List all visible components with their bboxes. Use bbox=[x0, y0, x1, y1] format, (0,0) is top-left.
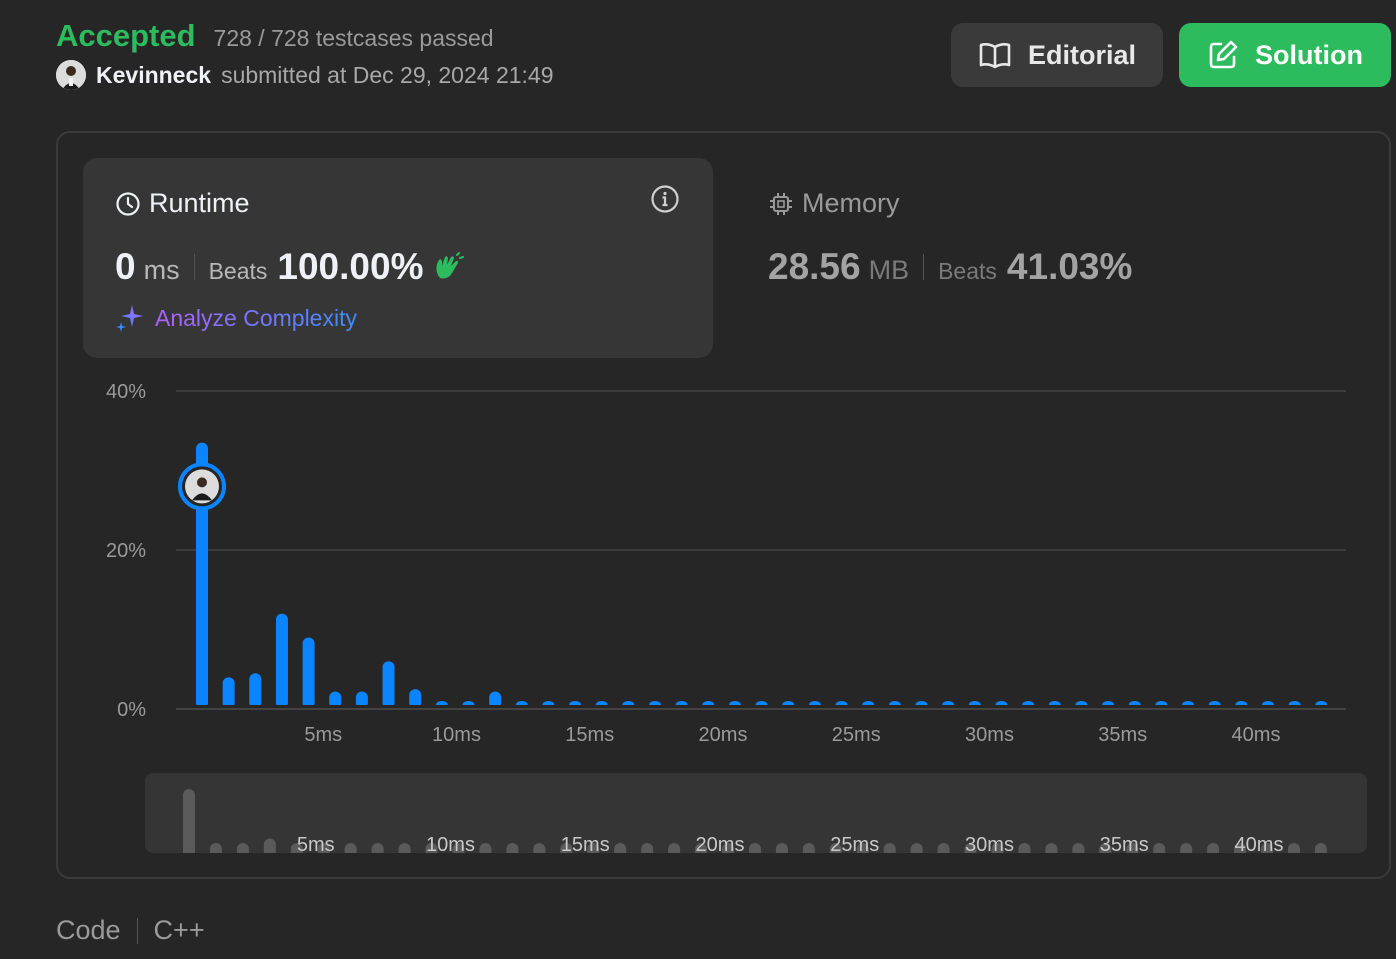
status-accepted: Accepted bbox=[56, 18, 196, 53]
username[interactable]: Kevinneck bbox=[96, 62, 211, 89]
result-panel: Runtime 0 ms Beats 100.00% Analyze Compl… bbox=[56, 131, 1391, 879]
x-tick-label: 40ms bbox=[1232, 724, 1281, 746]
code-label: Code bbox=[56, 915, 121, 945]
overview-tick-label: 15ms bbox=[561, 834, 610, 856]
x-tick-label: 30ms bbox=[965, 724, 1014, 746]
memory-metric: 28.56 MB Beats 41.03% bbox=[768, 246, 1132, 288]
submitter-row: Kevinneck submitted at Dec 29, 2024 21:4… bbox=[56, 60, 554, 90]
info-icon bbox=[651, 185, 679, 213]
x-tick-label: 35ms bbox=[1098, 724, 1147, 746]
testcases-passed: 728 / 728 testcases passed bbox=[213, 25, 494, 51]
runtime-distribution-chart: 40% 20% 0% 5ms 10ms 15ms 20ms 25ms 30ms 35ms 40ms 5… bbox=[106, 381, 1367, 861]
bar bbox=[382, 661, 395, 709]
x-tick-label: 10ms bbox=[432, 724, 481, 746]
runtime-beats-label: Beats bbox=[208, 258, 268, 284]
your-avatar-head bbox=[197, 477, 207, 488]
runtime-beats-pct: 100.00% bbox=[277, 246, 424, 287]
overview-tick-label: 25ms bbox=[830, 834, 879, 856]
runtime-unit: ms bbox=[143, 255, 180, 285]
book-icon bbox=[979, 43, 1011, 69]
analyze-complexity-label: Analyze Complexity bbox=[155, 304, 357, 331]
overview-tick-label: 35ms bbox=[1100, 834, 1149, 856]
x-tick-label: 25ms bbox=[832, 724, 881, 746]
y-tick-label: 20% bbox=[106, 540, 146, 562]
code-language: C++ bbox=[153, 915, 205, 945]
clock-icon bbox=[116, 191, 140, 216]
solution-button[interactable]: Solution bbox=[1179, 23, 1391, 87]
avatar[interactable] bbox=[56, 60, 86, 90]
overview-tick-label: 5ms bbox=[297, 834, 335, 856]
edit-icon bbox=[1209, 40, 1238, 69]
info-button[interactable] bbox=[650, 184, 680, 219]
memory-beats-pct: 41.03% bbox=[1006, 246, 1133, 287]
memory-tab[interactable]: Memory bbox=[768, 188, 900, 219]
divider bbox=[193, 254, 195, 280]
x-tick-label: 15ms bbox=[565, 724, 614, 746]
runtime-card[interactable]: Runtime 0 ms Beats 100.00% Analyze Compl… bbox=[83, 158, 713, 358]
code-header: Code C++ bbox=[56, 915, 205, 946]
x-tick-label: 20ms bbox=[699, 724, 748, 746]
bar bbox=[222, 677, 235, 709]
editorial-label: Editorial bbox=[1027, 39, 1136, 70]
overview-tick-label: 30ms bbox=[965, 834, 1014, 856]
divider bbox=[136, 917, 138, 944]
bar bbox=[249, 673, 262, 709]
editorial-button[interactable]: Editorial bbox=[951, 23, 1163, 87]
memory-value: 28.56 bbox=[768, 246, 861, 287]
overview-tick-label: 40ms bbox=[1235, 834, 1284, 856]
runtime-title: Runtime bbox=[115, 188, 250, 219]
memory-unit: MB bbox=[868, 255, 910, 285]
runtime-title-label: Runtime bbox=[149, 188, 250, 218]
overview-bar bbox=[183, 789, 195, 859]
y-tick-label: 0% bbox=[117, 699, 146, 721]
submitted-at: submitted at Dec 29, 2024 21:49 bbox=[221, 61, 554, 88]
overview-tick-label: 10ms bbox=[426, 834, 475, 856]
clap-icon bbox=[436, 252, 465, 279]
bar bbox=[275, 613, 288, 709]
x-tick-label: 5ms bbox=[304, 724, 342, 746]
chip-icon bbox=[770, 192, 792, 215]
memory-beats-label: Beats bbox=[938, 258, 997, 284]
user-avatar-icon bbox=[56, 60, 86, 90]
memory-title-label: Memory bbox=[802, 188, 900, 218]
status-row: Accepted 728 / 728 testcases passed bbox=[56, 18, 554, 54]
runtime-value: 0 bbox=[115, 246, 136, 287]
submission-header: Accepted 728 / 728 testcases passed Kevi… bbox=[56, 18, 554, 90]
solution-label: Solution bbox=[1255, 39, 1363, 70]
sparkle-icon bbox=[116, 305, 143, 332]
overview-tick-label: 20ms bbox=[696, 834, 745, 856]
divider bbox=[923, 254, 925, 280]
runtime-metric: 0 ms Beats 100.00% bbox=[115, 246, 465, 288]
analyze-complexity-button[interactable]: Analyze Complexity bbox=[115, 303, 357, 333]
bar bbox=[302, 637, 315, 709]
y-tick-label: 40% bbox=[106, 381, 146, 403]
